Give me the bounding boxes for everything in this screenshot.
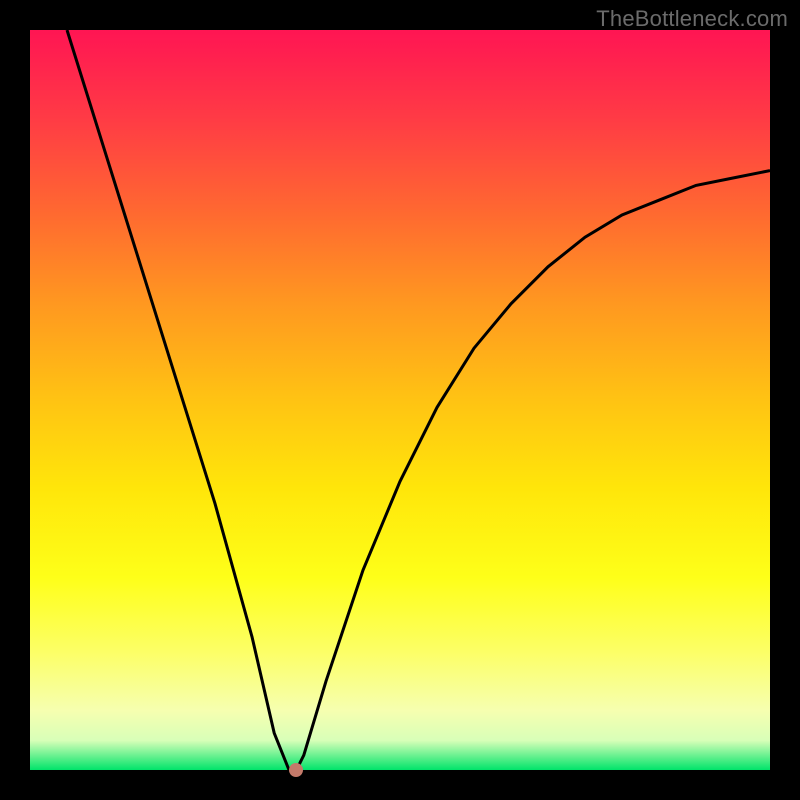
optimal-point-marker	[289, 763, 303, 777]
watermark-text: TheBottleneck.com	[596, 6, 788, 32]
plot-area	[30, 30, 770, 770]
bottleneck-curve	[30, 30, 770, 770]
chart-frame: TheBottleneck.com	[0, 0, 800, 800]
